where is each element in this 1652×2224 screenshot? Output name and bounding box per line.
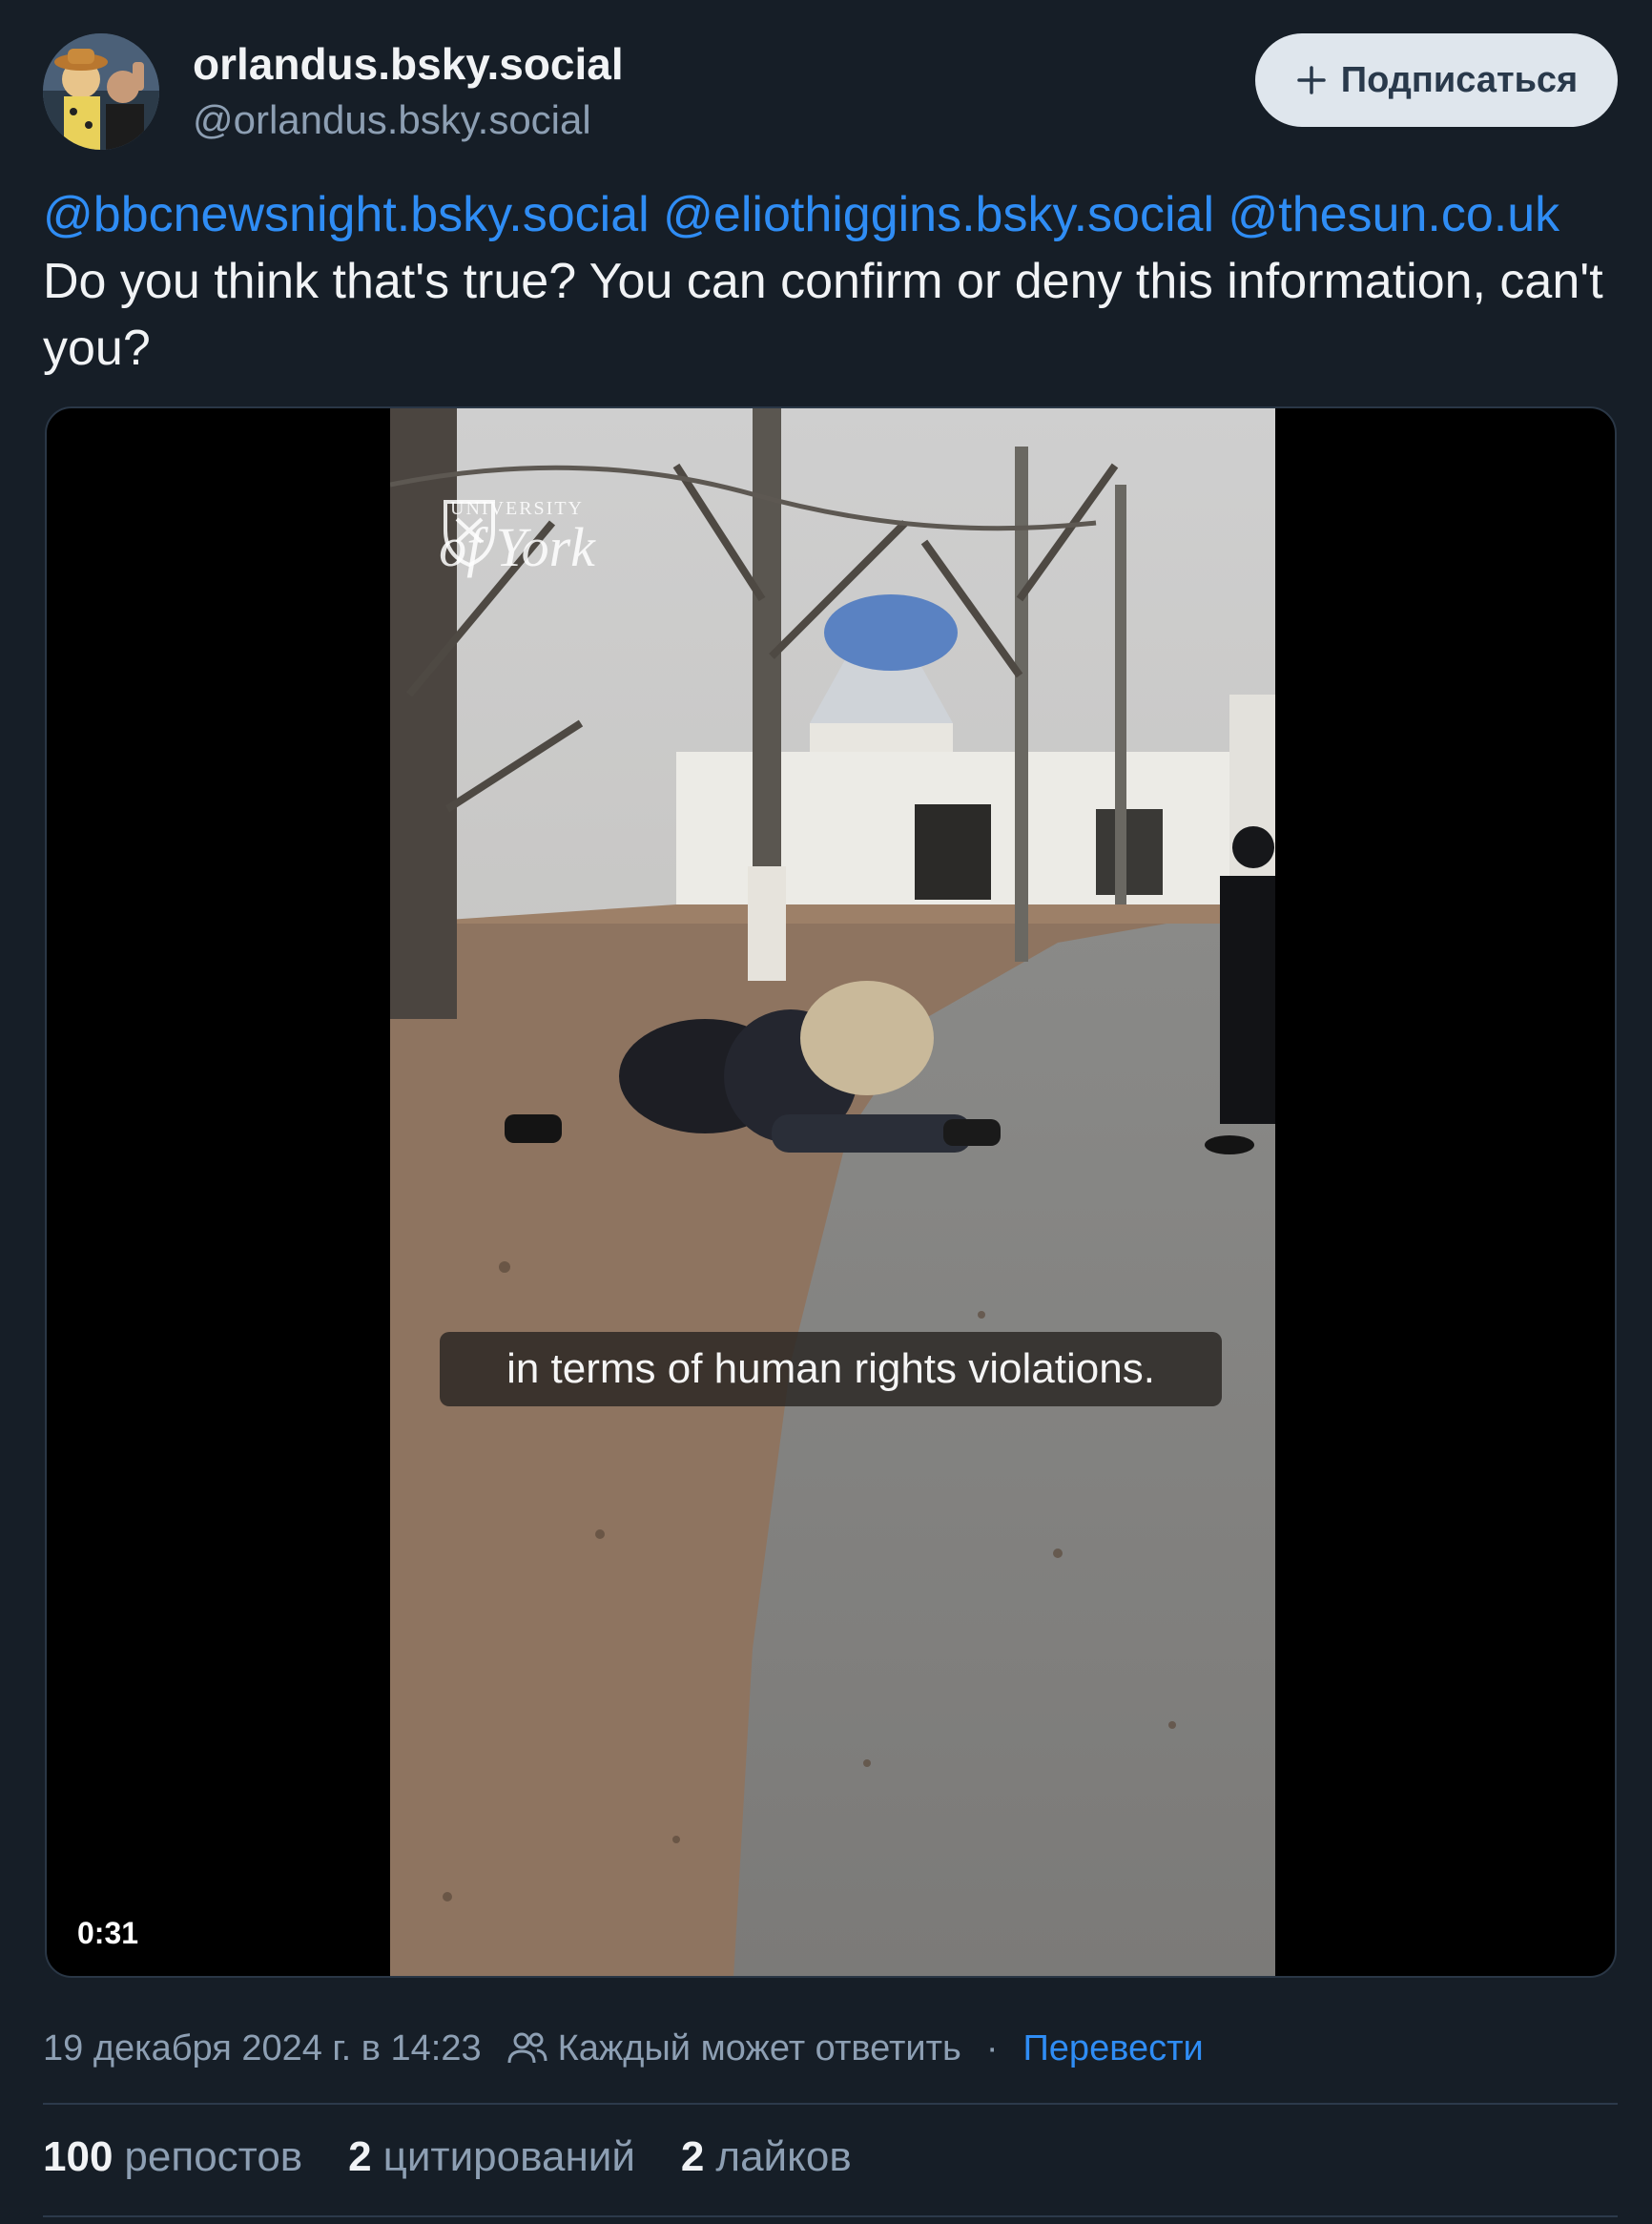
reposts-stat[interactable]: 100 репостов	[43, 2133, 302, 2181]
author-display-name[interactable]: orlandus.bsky.social	[193, 38, 624, 90]
crest-icon	[444, 500, 495, 568]
post-text: @bbcnewsnight.bsky.social @eliothiggins.…	[43, 181, 1626, 382]
meta-separator: ·	[985, 2027, 999, 2068]
post-meta: 19 декабря 2024 г. в 14:23 Каждый может …	[43, 2025, 1204, 2072]
divider	[43, 2215, 1618, 2217]
plus-icon	[1295, 64, 1328, 96]
video-player[interactable]: UNIVERSITY of York in terms of human rig…	[45, 406, 1617, 1978]
likes-label: лайков	[715, 2133, 852, 2180]
author-handle[interactable]: @orlandus.bsky.social	[193, 97, 591, 143]
likes-stat[interactable]: 2 лайков	[681, 2133, 852, 2181]
reposts-label: репостов	[124, 2133, 303, 2180]
avatar-image	[43, 33, 159, 150]
video-scene-image	[390, 408, 1275, 1976]
reposts-count: 100	[43, 2133, 114, 2180]
likes-count: 2	[680, 2133, 705, 2180]
quotes-label: цитирований	[382, 2133, 635, 2180]
divider	[43, 2103, 1618, 2105]
post-body-text: Do you think that's true? You can confir…	[43, 254, 1603, 376]
translate-link[interactable]: Перевести	[1022, 2028, 1203, 2069]
author-avatar[interactable]	[43, 33, 159, 150]
follow-button[interactable]: Подписаться	[1255, 33, 1618, 127]
post-thread-view: orlandus.bsky.social @orlandus.bsky.soci…	[0, 0, 1652, 2224]
post-timestamp[interactable]: 19 декабря 2024 г. в 14:23	[43, 2028, 482, 2069]
people-icon	[506, 2030, 548, 2067]
mention-link[interactable]: @eliothiggins.bsky.social	[663, 187, 1214, 242]
video-duration: 0:31	[77, 1916, 139, 1950]
reply-setting: Каждый может ответить	[557, 2027, 961, 2068]
post-stats: 100 репостов 2 цитирований 2 лайков	[43, 2133, 852, 2181]
mention-link[interactable]: @bbcnewsnight.bsky.social	[43, 187, 650, 242]
video-subtitle: in terms of human rights violations.	[440, 1332, 1222, 1406]
mention-link[interactable]: @thesun.co.uk	[1228, 187, 1559, 242]
quotes-count: 2	[348, 2133, 372, 2180]
university-of-york-watermark: UNIVERSITY of York	[436, 492, 598, 575]
quotes-stat[interactable]: 2 цитирований	[348, 2133, 635, 2181]
follow-button-label: Подписаться	[1340, 59, 1579, 100]
video-frame: UNIVERSITY of York in terms of human rig…	[390, 408, 1275, 1976]
